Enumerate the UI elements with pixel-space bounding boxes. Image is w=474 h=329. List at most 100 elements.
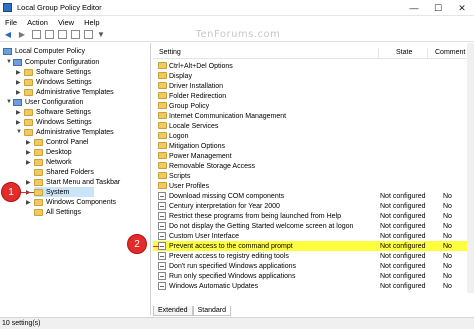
- column-header-state[interactable]: State: [396, 49, 412, 56]
- list-item[interactable]: Century interpretation for Year 2000 Not …: [153, 201, 467, 211]
- list-item[interactable]: Logon: [153, 131, 467, 141]
- item-name: Windows Automatic Updates: [169, 282, 259, 290]
- folder-icon: [158, 152, 167, 159]
- tree-node[interactable]: Network: [34, 157, 72, 167]
- item-state: Not configured: [380, 192, 426, 200]
- list-item[interactable]: Restrict these programs from being launc…: [153, 211, 467, 221]
- expand-arrow-icon[interactable]: ▶: [26, 159, 31, 166]
- expand-arrow-icon[interactable]: ▶: [16, 69, 21, 76]
- item-state: Not configured: [380, 202, 426, 210]
- list-item[interactable]: Power Management: [153, 151, 467, 161]
- tab-extended[interactable]: Extended: [153, 306, 193, 316]
- collapse-arrow-icon[interactable]: ▼: [6, 99, 12, 105]
- list-item[interactable]: Folder Redirection: [153, 91, 467, 101]
- tree-node[interactable]: Administrative Templates: [24, 87, 114, 97]
- expand-arrow-icon[interactable]: ▶: [26, 179, 31, 186]
- menu-help[interactable]: Help: [79, 18, 104, 27]
- item-name: Power Management: [169, 152, 232, 160]
- item-name: Download missing COM components: [169, 192, 285, 200]
- tree-node[interactable]: Control Panel: [34, 137, 88, 147]
- column-divider[interactable]: [378, 48, 379, 58]
- folder-icon: [24, 78, 33, 86]
- menu-file[interactable]: File: [0, 18, 22, 27]
- export-list-icon[interactable]: [58, 30, 67, 39]
- collapse-arrow-icon[interactable]: ▼: [6, 59, 12, 65]
- column-divider[interactable]: [427, 48, 428, 58]
- show-hide-tree-icon[interactable]: [45, 30, 54, 39]
- list-item[interactable]: Internet Communication Management: [153, 111, 467, 121]
- tree-node[interactable]: Windows Settings: [24, 117, 92, 127]
- tree-node[interactable]: Windows Settings: [24, 77, 92, 87]
- list-item[interactable]: Ctrl+Alt+Del Options: [153, 61, 467, 71]
- properties-icon[interactable]: [84, 30, 93, 39]
- list-item-highlighted[interactable]: Prevent access to the command prompt Not …: [153, 241, 467, 251]
- expand-arrow-icon[interactable]: ▶: [16, 109, 21, 116]
- list-item[interactable]: Custom User Interface Not configured No: [153, 231, 467, 241]
- list-item[interactable]: Don't run specified Windows applications…: [153, 261, 467, 271]
- list-item[interactable]: Run only specified Windows applications N…: [153, 271, 467, 281]
- tree-node-label: Computer Configuration: [25, 58, 100, 66]
- list-item[interactable]: User Profiles: [153, 181, 467, 191]
- back-arrow-icon[interactable]: ◀: [2, 29, 14, 40]
- item-comment: No: [443, 232, 452, 240]
- list-item[interactable]: Removable Storage Access: [153, 161, 467, 171]
- tree-node[interactable]: User Configuration: [13, 97, 83, 107]
- expand-arrow-icon[interactable]: ▶: [16, 119, 21, 126]
- tree-node[interactable]: Shared Folders: [34, 167, 94, 177]
- tree-node[interactable]: Software Settings: [24, 67, 91, 77]
- maximize-button[interactable]: ☐: [426, 0, 450, 16]
- filter-icon[interactable]: ▼: [95, 29, 107, 40]
- annotation-connector: [20, 192, 34, 193]
- item-comment: No: [443, 272, 452, 280]
- settings-list: Setting State Comment Ctrl+Alt+Del Optio…: [127, 43, 474, 315]
- up-folder-icon[interactable]: [32, 30, 41, 39]
- column-header-comment[interactable]: Comment: [435, 49, 465, 56]
- list-item[interactable]: Driver Installation: [153, 81, 467, 91]
- list-item[interactable]: Download missing COM components Not confi…: [153, 191, 467, 201]
- item-name: Mitigation Options: [169, 142, 226, 150]
- vertical-scrollbar[interactable]: [467, 43, 474, 293]
- tree-node[interactable]: Desktop: [34, 147, 72, 157]
- tree-node[interactable]: Administrative Templates: [24, 127, 114, 137]
- tree-node[interactable]: Software Settings: [24, 107, 91, 117]
- tab-standard[interactable]: Standard: [192, 306, 232, 316]
- computer-icon: [13, 58, 22, 66]
- expand-arrow-icon[interactable]: ▶: [26, 149, 31, 156]
- tree-node-label: Start Menu and Taskbar: [46, 178, 121, 186]
- tree-node[interactable]: Start Menu and Taskbar: [34, 177, 120, 187]
- tree-node[interactable]: Local Computer Policy: [3, 46, 85, 56]
- folder-icon: [158, 102, 167, 109]
- help-icon[interactable]: [71, 30, 80, 39]
- annotation-connector: [153, 246, 159, 247]
- column-header-setting[interactable]: Setting: [159, 49, 181, 56]
- list-item[interactable]: Locale Services: [153, 121, 467, 131]
- menu-view[interactable]: View: [53, 18, 79, 27]
- minimize-button[interactable]: —: [402, 0, 426, 16]
- computer-policy-icon: [3, 47, 12, 55]
- tree-node[interactable]: Computer Configuration: [13, 57, 99, 67]
- list-item[interactable]: Do not display the Getting Started welco…: [153, 221, 467, 231]
- expand-arrow-icon[interactable]: ▶: [16, 79, 21, 86]
- forward-arrow-icon[interactable]: ▶: [16, 29, 28, 40]
- expand-arrow-icon[interactable]: ▶: [26, 199, 31, 206]
- tree-node-label: System: [46, 188, 70, 196]
- list-item[interactable]: Display: [153, 71, 467, 81]
- policy-setting-icon: [158, 252, 166, 260]
- tree-node[interactable]: Windows Components: [34, 197, 116, 207]
- list-item[interactable]: Mitigation Options: [153, 141, 467, 151]
- menu-action[interactable]: Action: [22, 18, 53, 27]
- expand-arrow-icon[interactable]: ▶: [26, 139, 31, 146]
- tree-node[interactable]: All Settings: [34, 207, 81, 217]
- list-item[interactable]: Windows Automatic Updates Not configured N…: [153, 281, 467, 291]
- item-name: Display: [169, 72, 192, 80]
- folder-icon: [158, 132, 167, 139]
- item-comment: No: [443, 242, 452, 250]
- list-item[interactable]: Group Policy: [153, 101, 467, 111]
- collapse-arrow-icon[interactable]: ▼: [16, 129, 22, 135]
- expand-arrow-icon[interactable]: ▶: [16, 89, 21, 96]
- tree-node-selected[interactable]: System: [34, 187, 94, 197]
- list-item[interactable]: Scripts: [153, 171, 467, 181]
- list-item[interactable]: Prevent access to registry editing tools…: [153, 251, 467, 261]
- folder-icon: [24, 108, 33, 116]
- close-button[interactable]: ✕: [450, 0, 474, 16]
